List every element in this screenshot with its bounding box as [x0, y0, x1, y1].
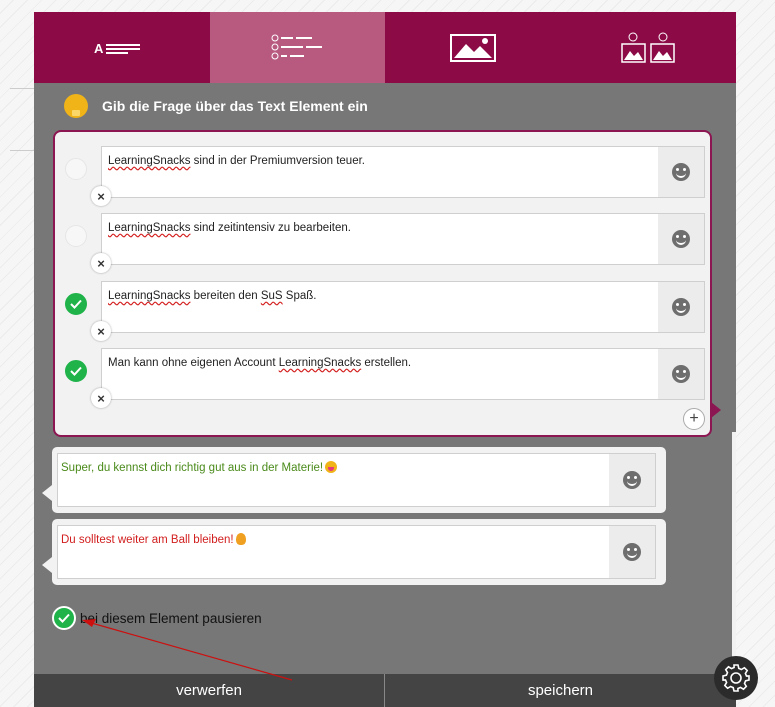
correct-toggle[interactable] — [65, 293, 87, 315]
smiley-icon — [672, 163, 690, 181]
add-answer-button[interactable]: + — [683, 408, 705, 430]
answers-panel: LearningSnacks sind in der Premiumversio… — [53, 130, 721, 437]
list-mode-button[interactable] — [209, 12, 385, 83]
save-button[interactable]: speichern — [385, 674, 736, 707]
emoji-button[interactable] — [658, 282, 704, 332]
answer-item: LearningSnacks sind in der Premiumversio… — [55, 140, 710, 206]
svg-text:A: A — [94, 41, 104, 56]
answer-input[interactable]: LearningSnacks sind in der Premiumversio… — [101, 146, 705, 198]
tongue-emoji-icon — [325, 461, 338, 473]
delete-answer-button[interactable]: × — [91, 388, 111, 408]
answer-input[interactable]: Man kann ohne eigenen Account LearningSn… — [101, 348, 705, 400]
gear-icon — [722, 664, 750, 692]
correct-toggle[interactable] — [65, 158, 87, 180]
positive-feedback: Super, du kennst dich richtig gut aus in… — [42, 447, 666, 513]
action-bar: verwerfen speichern — [34, 674, 736, 707]
lightbulb-icon — [64, 94, 88, 118]
left-divider — [10, 88, 34, 89]
left-divider — [10, 150, 34, 151]
smiley-icon — [623, 471, 641, 489]
answer-item: Man kann ohne eigenen Account LearningSn… — [55, 342, 710, 408]
hint-text: Gib die Frage über das Text Element ein — [102, 98, 368, 114]
correct-toggle[interactable] — [65, 360, 87, 382]
negative-feedback-input[interactable]: Du solltest weiter am Ball bleiben! — [57, 525, 656, 579]
answer-text: LearningSnacks sind zeitintensiv zu bear… — [108, 222, 351, 234]
negative-feedback-text: Du solltest weiter am Ball bleiben! — [61, 533, 246, 546]
smiley-icon — [672, 365, 690, 383]
pause-checkbox[interactable] — [52, 606, 76, 630]
checkmark-icon — [58, 613, 70, 623]
positive-feedback-input[interactable]: Super, du kennst dich richtig gut aus in… — [57, 453, 656, 507]
answer-input[interactable]: LearningSnacks sind zeitintensiv zu bear… — [101, 213, 705, 265]
image-mode-button[interactable] — [385, 12, 561, 83]
emoji-button[interactable] — [609, 526, 655, 578]
checkmark-icon — [70, 366, 82, 376]
question-hint: Gib die Frage über das Text Element ein — [64, 94, 368, 118]
image-icon — [449, 33, 496, 62]
answer-text: LearningSnacks sind in der Premiumversio… — [108, 155, 365, 167]
smiley-icon — [623, 543, 641, 561]
delete-answer-button[interactable]: × — [91, 186, 111, 206]
editor-panel: A Gib die Frage über das Text Element ei… — [34, 12, 736, 707]
text-lines-icon: A — [94, 41, 140, 56]
image-choice-icon — [621, 32, 675, 63]
answer-item: LearningSnacks bereiten den SuS Spaß. × — [55, 275, 710, 341]
pause-label: bei diesem Element pausieren — [80, 610, 262, 626]
emoji-button[interactable] — [658, 349, 704, 399]
negative-feedback: Du solltest weiter am Ball bleiben! — [42, 519, 666, 585]
delete-answer-button[interactable]: × — [91, 253, 111, 273]
answer-input[interactable]: LearningSnacks bereiten den SuS Spaß. — [101, 281, 705, 333]
multiple-choice-icon — [271, 34, 323, 59]
correct-toggle[interactable] — [65, 225, 87, 247]
delete-answer-button[interactable]: × — [91, 321, 111, 341]
image-choice-mode-button[interactable] — [561, 12, 737, 83]
mode-toolbar: A — [34, 12, 736, 83]
discard-button[interactable]: verwerfen — [34, 674, 385, 707]
thumb-emoji-icon — [235, 533, 246, 545]
pause-option: bei diesem Element pausieren — [52, 606, 262, 630]
emoji-button[interactable] — [609, 454, 655, 506]
settings-button[interactable] — [714, 656, 758, 700]
positive-feedback-text: Super, du kennst dich richtig gut aus in… — [61, 461, 338, 474]
smiley-icon — [672, 298, 690, 316]
answer-text: Man kann ohne eigenen Account LearningSn… — [108, 357, 412, 369]
answer-text: LearningSnacks bereiten den SuS Spaß. — [108, 290, 317, 302]
smiley-icon — [672, 230, 690, 248]
emoji-button[interactable] — [658, 147, 704, 197]
scrollbar[interactable] — [732, 432, 736, 672]
answer-item: LearningSnacks sind zeitintensiv zu bear… — [55, 207, 710, 273]
text-mode-button[interactable]: A — [34, 12, 210, 83]
checkmark-icon — [70, 299, 82, 309]
emoji-button[interactable] — [658, 214, 704, 264]
